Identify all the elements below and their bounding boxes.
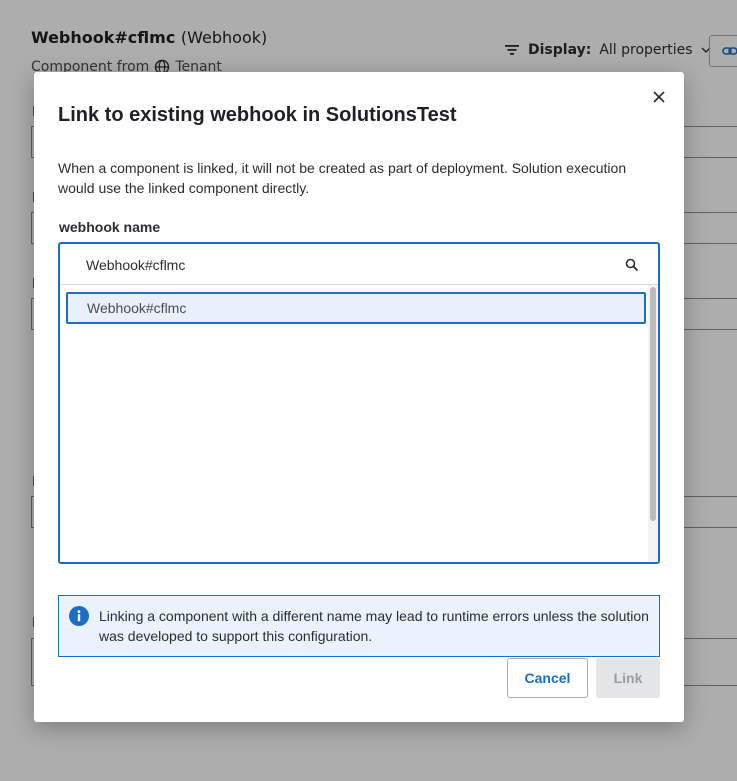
webhook-combobox: Webhook#cflmc	[58, 242, 660, 564]
close-icon	[653, 91, 665, 103]
list-item[interactable]: Webhook#cflmc	[66, 292, 646, 324]
field-label: webhook name	[59, 219, 161, 235]
search-input[interactable]	[86, 254, 606, 276]
scrollbar-thumb[interactable]	[650, 287, 656, 521]
close-button[interactable]	[650, 88, 668, 106]
info-icon	[69, 606, 89, 626]
info-message: Linking a component with a different nam…	[99, 608, 649, 644]
dialog-title: Link to existing webhook in SolutionsTes…	[58, 104, 457, 126]
search-row	[60, 244, 658, 285]
dialog-description: When a component is linked, it will not …	[58, 160, 627, 196]
cancel-button[interactable]: Cancel	[507, 658, 588, 698]
info-banner: Linking a component with a different nam…	[58, 595, 660, 657]
link-dialog: Link to existing webhook in SolutionsTes…	[34, 72, 684, 722]
search-icon[interactable]	[625, 258, 639, 272]
link-button[interactable]: Link	[596, 658, 660, 698]
